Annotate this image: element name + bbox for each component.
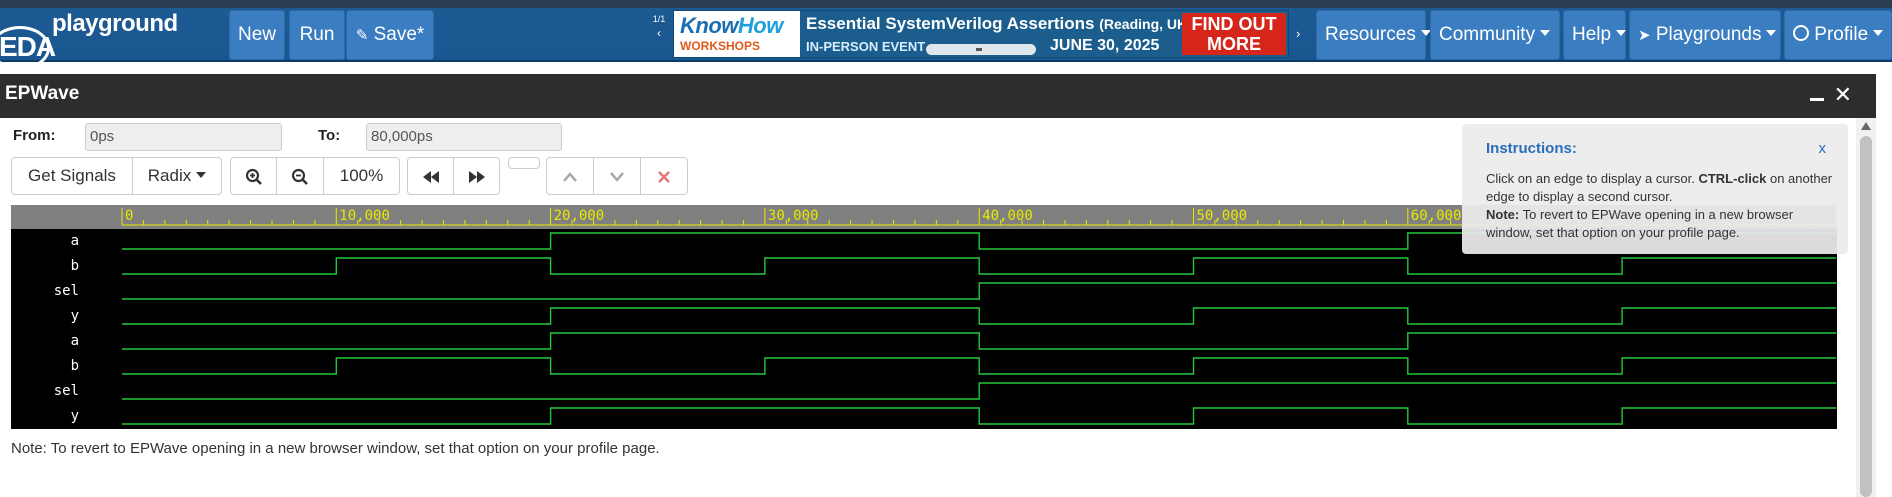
community-menu-label: Community bbox=[1439, 24, 1536, 45]
ruler-label: 20,000 bbox=[554, 208, 605, 224]
profile-menu-label: Profile bbox=[1814, 24, 1869, 45]
find-out-more-button[interactable]: FIND OUT MORE bbox=[1182, 13, 1286, 55]
signal-name[interactable]: y bbox=[71, 408, 79, 424]
banner-slider bbox=[926, 44, 1036, 55]
instructions-note-label: Note: bbox=[1486, 207, 1520, 222]
ruler-label: 0 bbox=[125, 208, 133, 224]
save-button-label: Save* bbox=[373, 24, 425, 45]
top-navbar: EDA playground New Run ✎ Save* 1/1 ‹ Kno… bbox=[0, 0, 1892, 70]
chevron-down-icon bbox=[1766, 30, 1777, 37]
get-signals-button[interactable]: Get Signals bbox=[11, 157, 133, 195]
signal-name[interactable]: sel bbox=[54, 283, 79, 299]
playgrounds-menu-label: Playgrounds bbox=[1655, 24, 1762, 45]
signal-name[interactable]: sel bbox=[54, 383, 79, 399]
zoom-in-button[interactable] bbox=[230, 157, 277, 195]
ruler-label: 50,000 bbox=[1197, 208, 1248, 224]
next-edge-button[interactable] bbox=[593, 157, 641, 195]
scroll-up-icon[interactable] bbox=[1861, 122, 1871, 130]
to-label: To: bbox=[318, 127, 341, 144]
logo-text: playground bbox=[52, 10, 178, 37]
signal-name[interactable]: y bbox=[71, 308, 79, 324]
instructions-text: Click on an edge to display a cursor. bbox=[1486, 171, 1699, 186]
banner-next-icon[interactable]: › bbox=[1296, 26, 1300, 41]
previous-edge-button[interactable] bbox=[546, 157, 594, 195]
chevron-down-icon bbox=[1616, 30, 1627, 37]
zoom-out-button[interactable] bbox=[276, 157, 324, 195]
zoom-out-icon bbox=[291, 168, 308, 185]
community-menu[interactable]: Community bbox=[1430, 10, 1560, 60]
fast-forward-icon bbox=[468, 170, 485, 183]
eda-playground-logo[interactable]: EDA playground bbox=[0, 10, 210, 70]
zoom-in-icon bbox=[245, 168, 262, 185]
window-title: EPWave bbox=[5, 83, 80, 104]
radix-label: Radix bbox=[147, 166, 192, 185]
epwave-footnote: Note: To revert to EPWave opening in a n… bbox=[11, 440, 660, 457]
scroll-right-button[interactable] bbox=[453, 157, 500, 195]
epwave-title-bar: EPWave ✕ bbox=[0, 74, 1876, 118]
profile-menu[interactable]: Profile bbox=[1784, 10, 1892, 60]
chevron-down-icon bbox=[1540, 30, 1551, 37]
remove-cursor-button[interactable] bbox=[640, 157, 688, 195]
ruler-label: 30,000 bbox=[768, 208, 819, 224]
instructions-ctrl-click: CTRL-click bbox=[1698, 171, 1767, 186]
user-circle-icon bbox=[1793, 25, 1809, 42]
to-field[interactable]: 80,000ps bbox=[366, 123, 562, 151]
minimize-icon[interactable] bbox=[1810, 98, 1824, 101]
zoom-level[interactable]: 100% bbox=[323, 157, 400, 195]
close-icon bbox=[658, 170, 670, 183]
chevron-down-icon bbox=[610, 171, 624, 182]
banner-page-count: 1/1 bbox=[652, 14, 666, 24]
chevron-up-icon bbox=[563, 171, 577, 182]
banner-event-type: IN-PERSON EVENT bbox=[806, 39, 926, 54]
vertical-scrollbar[interactable] bbox=[1856, 118, 1876, 497]
help-menu[interactable]: Help bbox=[1563, 10, 1627, 60]
signal-name[interactable]: b bbox=[71, 258, 79, 274]
help-menu-label: Help bbox=[1572, 24, 1612, 45]
banner-date: JUNE 30, 2025 bbox=[1050, 37, 1160, 54]
brand-sub: WORKSHOPS bbox=[680, 39, 761, 53]
ruler-label: 40,000 bbox=[982, 208, 1033, 224]
resources-menu-label: Resources bbox=[1325, 24, 1416, 45]
cursor-placeholder-button[interactable] bbox=[508, 157, 540, 169]
save-button[interactable]: ✎ Save* bbox=[346, 10, 434, 60]
pencil-icon: ✎ bbox=[355, 27, 369, 44]
ruler-label: 60,000 bbox=[1411, 208, 1462, 224]
ad-banner[interactable]: KnowHow WORKSHOPS Essential SystemVerilo… bbox=[673, 10, 1289, 58]
instructions-close-button[interactable]: x bbox=[1819, 140, 1827, 157]
instructions-line-note: Note: To revert to EPWave opening in a n… bbox=[1486, 206, 1836, 242]
brand-part2: How bbox=[737, 13, 783, 38]
scroll-left-button[interactable] bbox=[407, 157, 454, 195]
banner-prev-icon[interactable]: ‹ bbox=[650, 26, 668, 40]
banner-title-main: Essential SystemVerilog Assertions bbox=[806, 14, 1095, 33]
chevron-down-icon bbox=[196, 172, 207, 179]
radix-dropdown[interactable]: Radix bbox=[132, 157, 222, 195]
playgrounds-menu[interactable]: ➤ Playgrounds bbox=[1629, 10, 1781, 60]
banner-title-location: (Reading, UK) bbox=[1099, 16, 1192, 32]
logo-eda-mark: EDA bbox=[0, 26, 56, 70]
resources-menu[interactable]: Resources bbox=[1316, 10, 1431, 60]
from-label: From: bbox=[13, 127, 56, 144]
fast-backward-icon bbox=[422, 170, 439, 183]
from-field[interactable]: 0ps bbox=[85, 123, 282, 151]
rocket-icon: ➤ bbox=[1638, 27, 1651, 44]
instructions-text: To revert to EPWave opening in a new bro… bbox=[1486, 207, 1794, 240]
instructions-popup: Instructions: x Click on an edge to disp… bbox=[1462, 124, 1848, 254]
knowhow-logo: KnowHow WORKSHOPS bbox=[674, 11, 800, 57]
banner-title: Essential SystemVerilog Assertions (Read… bbox=[806, 14, 1192, 34]
instructions-line-cursor: Click on an edge to display a cursor. CT… bbox=[1486, 170, 1836, 206]
signal-name[interactable]: a bbox=[71, 333, 79, 349]
signal-name[interactable]: a bbox=[71, 233, 79, 249]
signal-name[interactable]: b bbox=[71, 358, 79, 374]
chevron-down-icon bbox=[1873, 30, 1884, 37]
close-icon[interactable]: ✕ bbox=[1834, 82, 1852, 108]
run-button[interactable]: Run bbox=[289, 10, 345, 60]
new-button[interactable]: New bbox=[229, 10, 285, 60]
ruler-label: 10,000 bbox=[339, 208, 390, 224]
brand-part1: Know bbox=[680, 13, 738, 38]
instructions-heading: Instructions: bbox=[1486, 140, 1577, 157]
banner-pager: 1/1 ‹ bbox=[650, 12, 668, 40]
scrollbar-thumb[interactable] bbox=[1860, 136, 1872, 497]
